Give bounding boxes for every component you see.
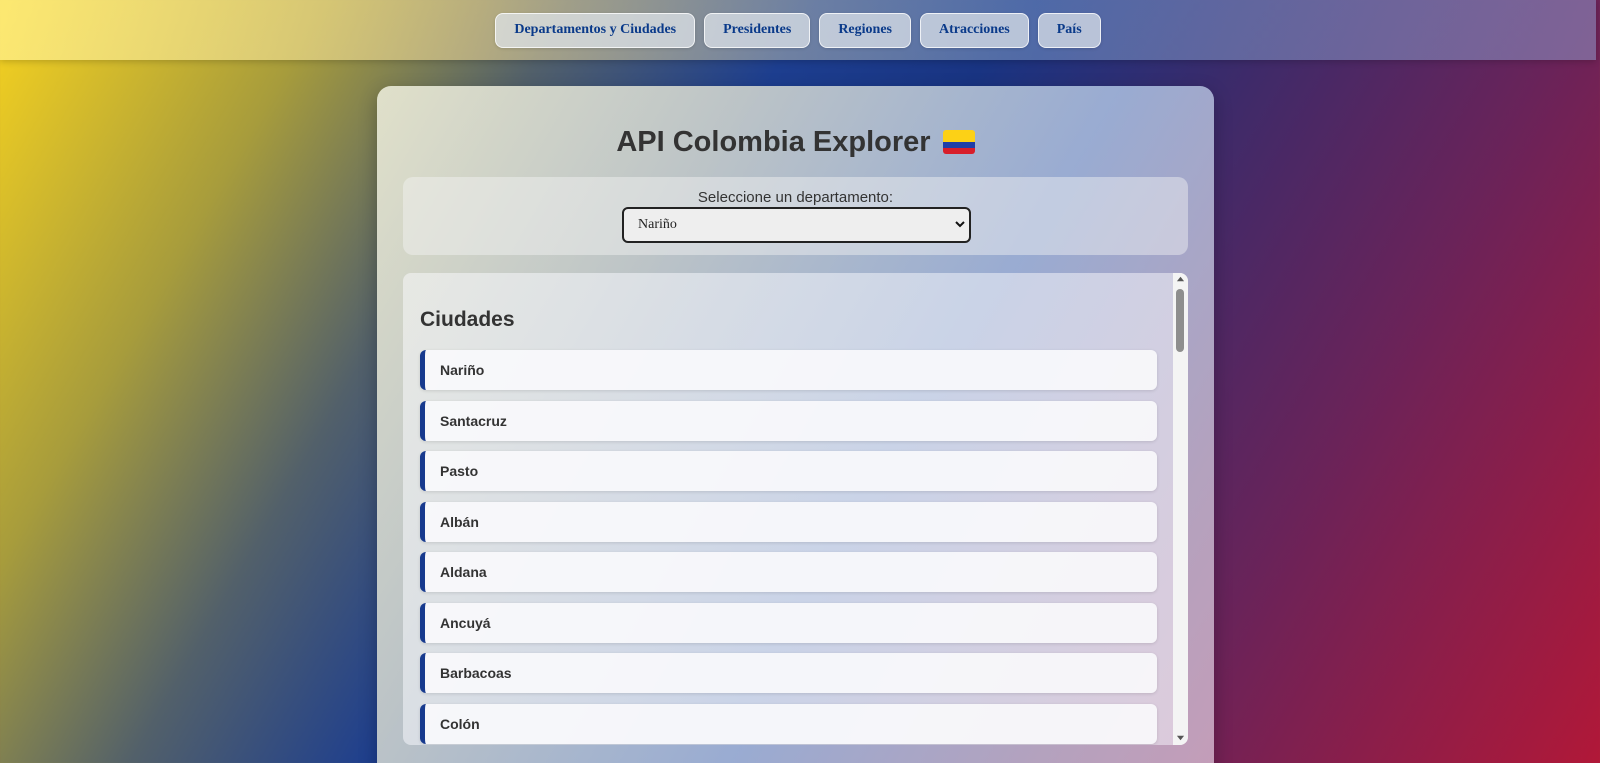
nav-pais-button[interactable]: País (1037, 12, 1101, 48)
list-item[interactable]: Barbacoas (420, 653, 1157, 693)
scroll-down-arrow-icon[interactable] (1176, 733, 1185, 742)
city-name: Colón (440, 715, 480, 732)
city-name: Pasto (440, 463, 479, 479)
nav-regiones-button[interactable]: Regiones (819, 12, 911, 48)
chevron-down-icon (955, 221, 965, 228)
cities-scrollbar[interactable] (1173, 273, 1188, 745)
department-select-value: Nariño (638, 217, 677, 232)
list-item[interactable]: Santacruz (420, 400, 1157, 441)
colombia-flag-icon (942, 130, 975, 154)
department-selector-label: Seleccione un departamento: (697, 189, 894, 206)
top-navigation: Departamentos y Ciudades Presidentes Reg… (0, 0, 1596, 60)
scroll-up-arrow-icon[interactable] (1176, 275, 1185, 284)
list-item[interactable]: Nariño (420, 350, 1157, 390)
list-item[interactable]: Colón (420, 703, 1157, 744)
nav-atracciones-button[interactable]: Atracciones (919, 12, 1029, 48)
city-name: Nariño (440, 362, 485, 378)
city-name: Barbacoas (440, 665, 512, 681)
city-name: Santacruz (440, 412, 507, 429)
city-name: Albán (440, 513, 479, 530)
list-item[interactable]: Albán (420, 501, 1157, 542)
department-selector-panel: Seleccione un departamento: Nariño (403, 177, 1188, 255)
scroll-thumb[interactable] (1176, 289, 1184, 352)
city-name: Ancuyá (440, 614, 491, 631)
city-list: Nariño Santacruz Pasto Albán Aldana Ancu… (420, 350, 1157, 745)
department-select[interactable]: Nariño (622, 207, 971, 243)
list-item[interactable]: Pasto (420, 451, 1157, 491)
list-item[interactable]: Aldana (420, 552, 1157, 592)
page-title: API Colombia Explorer (377, 126, 1214, 159)
cities-panel: Ciudades Nariño Santacruz Pasto Albán Al… (403, 273, 1188, 745)
page-title-text: API Colombia Explorer (616, 126, 931, 158)
cities-heading: Ciudades (420, 308, 515, 331)
list-item[interactable]: Ancuyá (420, 602, 1157, 643)
nav-departamentos-button[interactable]: Departamentos y Ciudades (495, 12, 696, 48)
city-name: Aldana (440, 564, 487, 580)
main-card: API Colombia Explorer Seleccione un depa… (377, 86, 1214, 763)
nav-presidentes-button[interactable]: Presidentes (704, 12, 811, 48)
